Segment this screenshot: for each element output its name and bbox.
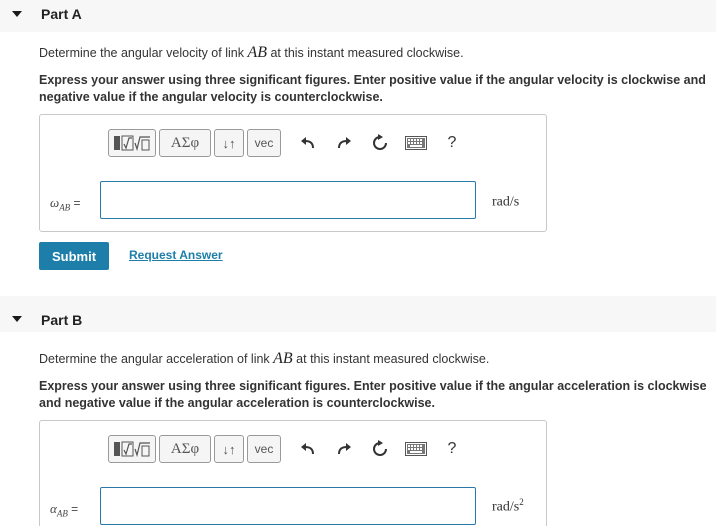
part-a-unit: rad/s — [492, 194, 520, 210]
part-b-unit: rad/s2 — [492, 497, 524, 515]
part-b-answer-box: ΑΣφ ↓↑ vec ? αAB = rad/s2 — [39, 420, 547, 526]
submit-button[interactable]: Submit — [39, 242, 109, 270]
reset-icon — [373, 134, 387, 150]
keyboard-button[interactable] — [398, 435, 434, 463]
part-a-instructions: Express your answer using three signific… — [39, 73, 706, 104]
help-icon: ? — [447, 440, 457, 457]
undo-button[interactable] — [290, 129, 326, 157]
part-b-instructions: Express your answer using three signific… — [39, 379, 707, 410]
templates-icon — [114, 441, 150, 458]
subscript-superscript-button[interactable]: ↓↑ — [214, 435, 244, 463]
redo-button[interactable] — [326, 129, 362, 157]
collapse-caret-icon[interactable] — [12, 316, 22, 322]
keyboard-icon — [405, 442, 427, 456]
greek-symbols-button[interactable]: ΑΣφ — [159, 435, 211, 463]
subscript-superscript-button[interactable]: ↓↑ — [214, 129, 244, 157]
math-toolbar: ΑΣφ ↓↑ vec ? — [108, 432, 470, 466]
templates-button[interactable] — [108, 129, 156, 157]
part-b-answer-input[interactable] — [100, 487, 476, 525]
reset-button[interactable] — [362, 435, 398, 463]
vector-button[interactable]: vec — [247, 435, 281, 463]
keyboard-button[interactable] — [398, 129, 434, 157]
part-a-title: Part A — [41, 6, 82, 22]
undo-icon — [301, 443, 314, 455]
undo-icon — [301, 137, 314, 149]
math-toolbar: ΑΣφ ↓↑ vec ? — [108, 126, 470, 160]
help-button[interactable]: ? — [434, 435, 470, 463]
greek-symbols-button[interactable]: ΑΣφ — [159, 129, 211, 157]
redo-button[interactable] — [326, 435, 362, 463]
help-button[interactable]: ? — [434, 129, 470, 157]
part-a-answer-box: ΑΣφ ↓↑ vec ? ωAB = rad/s — [39, 114, 547, 232]
help-icon: ? — [447, 134, 457, 151]
reset-icon — [373, 440, 387, 456]
redo-icon — [338, 137, 351, 149]
part-b-title: Part B — [41, 312, 83, 328]
collapse-caret-icon[interactable] — [12, 11, 22, 17]
part-a-header[interactable]: Part A — [0, 0, 716, 32]
part-a-prompt: Determine the angular velocity of link A… — [39, 44, 464, 61]
part-b-header[interactable]: Part B — [0, 296, 716, 332]
request-answer-link[interactable]: Request Answer — [129, 248, 223, 262]
templates-icon — [114, 135, 150, 152]
keyboard-icon — [405, 136, 427, 150]
redo-icon — [338, 443, 351, 455]
vector-button[interactable]: vec — [247, 129, 281, 157]
templates-button[interactable] — [108, 435, 156, 463]
part-a-answer-input[interactable] — [100, 181, 476, 219]
part-b-prompt: Determine the angular acceleration of li… — [39, 350, 490, 367]
reset-button[interactable] — [362, 129, 398, 157]
undo-button[interactable] — [290, 435, 326, 463]
part-a-variable-label: ωAB = — [50, 195, 81, 213]
part-b-variable-label: αAB = — [50, 501, 79, 519]
